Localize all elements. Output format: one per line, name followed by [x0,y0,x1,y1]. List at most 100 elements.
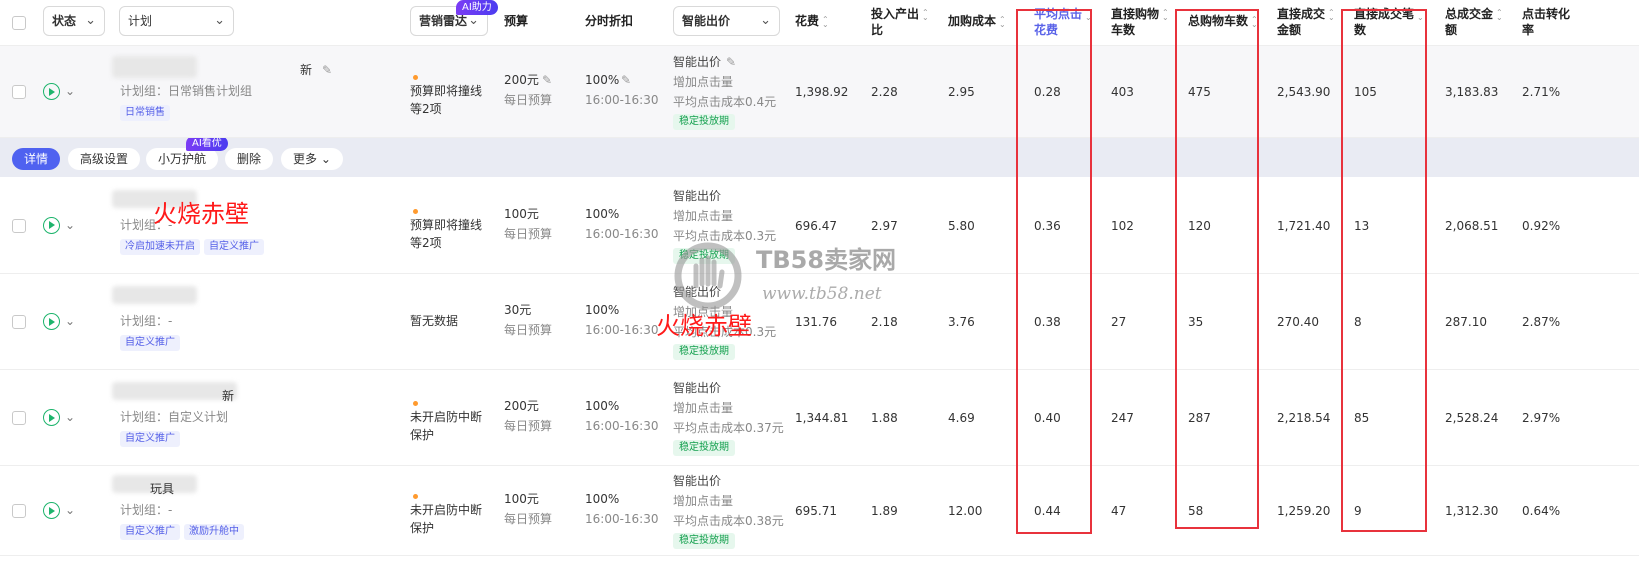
metric-direct-gmv: 1,259.20 [1277,504,1331,518]
budget-value[interactable]: 30元 [504,300,531,320]
bid-goal: 增加点击量 [673,75,734,89]
col-roi[interactable]: 投入产出 ⌃ ⌄ 比 [871,6,930,38]
time-range: 16:00-16:30 [585,93,659,107]
edit-icon[interactable]: ✎ [542,70,552,90]
status-filter[interactable]: 状态 ⌄ [43,6,105,36]
row-checkbox[interactable] [12,85,26,99]
sort-icon: ⌃ ⌄ [1496,7,1503,22]
watermark-logo-icon [674,242,742,310]
bid-filter-label: 智能出价 [682,14,731,28]
chevron-down-icon[interactable]: ⌄ [65,215,75,235]
annotation-text: 火烧赤壁 [153,200,249,228]
col-add-cost[interactable]: 加购成本 ⌃ ⌄ [948,13,1007,29]
sort-icon: ⌃ ⌄ [1328,7,1335,22]
discount-value[interactable]: 100% [585,204,619,224]
col-cost[interactable]: 花费 ⌃ ⌄ [795,13,830,29]
plan-tag: 自定义推广 [204,238,264,255]
highlight-box [1016,9,1092,534]
ai-badge: AI看优 [186,136,228,151]
status-dot [413,494,418,499]
discount-value[interactable]: 100% [585,489,619,509]
bid-title[interactable]: 智能出价 [673,52,721,72]
edit-icon[interactable]: ✎ [322,60,332,80]
budget-label: 每日预算 [504,323,553,337]
radar-status[interactable]: 预算即将撞线等2项 [410,82,492,118]
col-cost-label: 花费 [795,14,820,28]
radar-status[interactable]: 预算即将撞线等2项 [410,216,492,252]
row-checkbox[interactable] [12,411,26,425]
play-icon[interactable] [43,313,60,330]
plan-tag: 自定义推广 [120,335,180,351]
bid-phase-tag: 稳定投放期 [673,344,735,360]
delete-button[interactable]: 删除 [225,148,274,170]
radar-filter-label: 营销雷达 [419,14,468,28]
discount-value[interactable]: 100% [585,300,619,320]
metric-ctr: 2.87% [1522,315,1561,329]
bid-avg-cost: 平均点击成本0.37元 [673,421,784,435]
col-ctr[interactable]: 点击转化率 [1522,6,1570,38]
bid-phase-tag: 稳定投放期 [673,440,735,456]
col-ctr-label-2: 率 [1522,23,1535,37]
plan-tags: 冷启加速未开启 自定义推广 [120,235,268,255]
metric-add-cost: 3.76 [948,315,975,329]
highlight-box [1175,9,1259,529]
metric-total-gmv: 2,528.24 [1445,411,1499,425]
row-checkbox[interactable] [12,315,26,329]
bid-filter[interactable]: 智能出价 ⌄ [673,6,780,36]
budget-value[interactable]: 100元 [504,489,539,509]
play-icon[interactable] [43,216,60,234]
more-button[interactable]: 更多 ⌄ [281,148,343,170]
discount-value[interactable]: 100% [585,396,619,416]
guard-button[interactable]: 小万护航 [146,148,219,170]
plan-filter[interactable]: 计划 ⌄ [119,6,234,36]
col-total-gmv[interactable]: 总成交金 ⌃ ⌄ 额 [1445,6,1504,38]
radar-status[interactable]: 暂无数据 [410,312,492,330]
watermark-url: www.tb58.net [762,284,882,304]
play-icon[interactable] [43,502,60,519]
chevron-down-icon[interactable]: ⌄ [65,81,75,101]
radar-status[interactable]: 未开启防中断保护 [410,501,492,537]
col-direct-gmv[interactable]: 直接成交 ⌃ ⌄ 金额 [1277,6,1336,38]
col-direct-gmv-label-2: 金额 [1277,23,1302,37]
budget-value[interactable]: 200元 [504,70,539,90]
radar-status[interactable]: 未开启防中断保护 [410,408,492,444]
sort-icon: ⌃ ⌄ [922,7,929,22]
bid-title[interactable]: 智能出价 [673,186,721,206]
plan-tag: 日常销售 [120,105,170,121]
plan-name-suffix[interactable]: 新 [300,60,312,80]
chevron-down-icon[interactable]: ⌄ [65,407,75,427]
budget-value[interactable]: 100元 [504,204,539,224]
time-range: 16:00-16:30 [585,512,659,526]
select-all-checkbox[interactable] [12,16,26,30]
bid-title[interactable]: 智能出价 [673,471,721,491]
bid-goal: 增加点击量 [673,494,734,508]
edit-icon[interactable]: ✎ [621,70,631,90]
discount-value[interactable]: 100% [585,70,619,90]
budget-label: 每日预算 [504,93,553,107]
metric-direct-gmv: 270.40 [1277,315,1319,329]
chevron-down-icon[interactable]: ⌄ [65,311,75,331]
advanced-settings-button[interactable]: 高级设置 [68,148,141,170]
play-icon[interactable] [43,409,60,426]
chevron-down-icon[interactable]: ⌄ [65,500,75,520]
metric-direct-cart: 27 [1111,315,1127,329]
budget-label: 每日预算 [504,419,553,433]
plan-name-suffix[interactable]: 玩具 [150,479,174,499]
edit-icon[interactable]: ✎ [726,52,736,72]
row-checkbox[interactable] [12,504,26,518]
bid-title[interactable]: 智能出价 [673,378,721,398]
metric-total-gmv: 287.10 [1445,315,1487,329]
plan-tags: 自定义推广 [120,331,184,351]
plan-name-suffix[interactable]: 新 [222,386,234,406]
col-direct-cart[interactable]: 直接购物 ⌃ ⌄ 车数 [1111,6,1170,38]
metric-cost: 131.76 [795,315,837,329]
row-checkbox[interactable] [12,218,26,233]
status-dot [413,401,418,406]
budget-value[interactable]: 200元 [504,396,539,416]
plan-tags: 自定义推广 激励升舱中 [120,520,248,540]
plan-filter-label: 计划 [128,14,153,28]
detail-button[interactable]: 详情 [12,148,61,170]
col-ctr-label-1: 点击转化 [1522,7,1571,21]
bid-phase-tag: 稳定投放期 [673,114,735,130]
play-icon[interactable] [43,83,60,100]
